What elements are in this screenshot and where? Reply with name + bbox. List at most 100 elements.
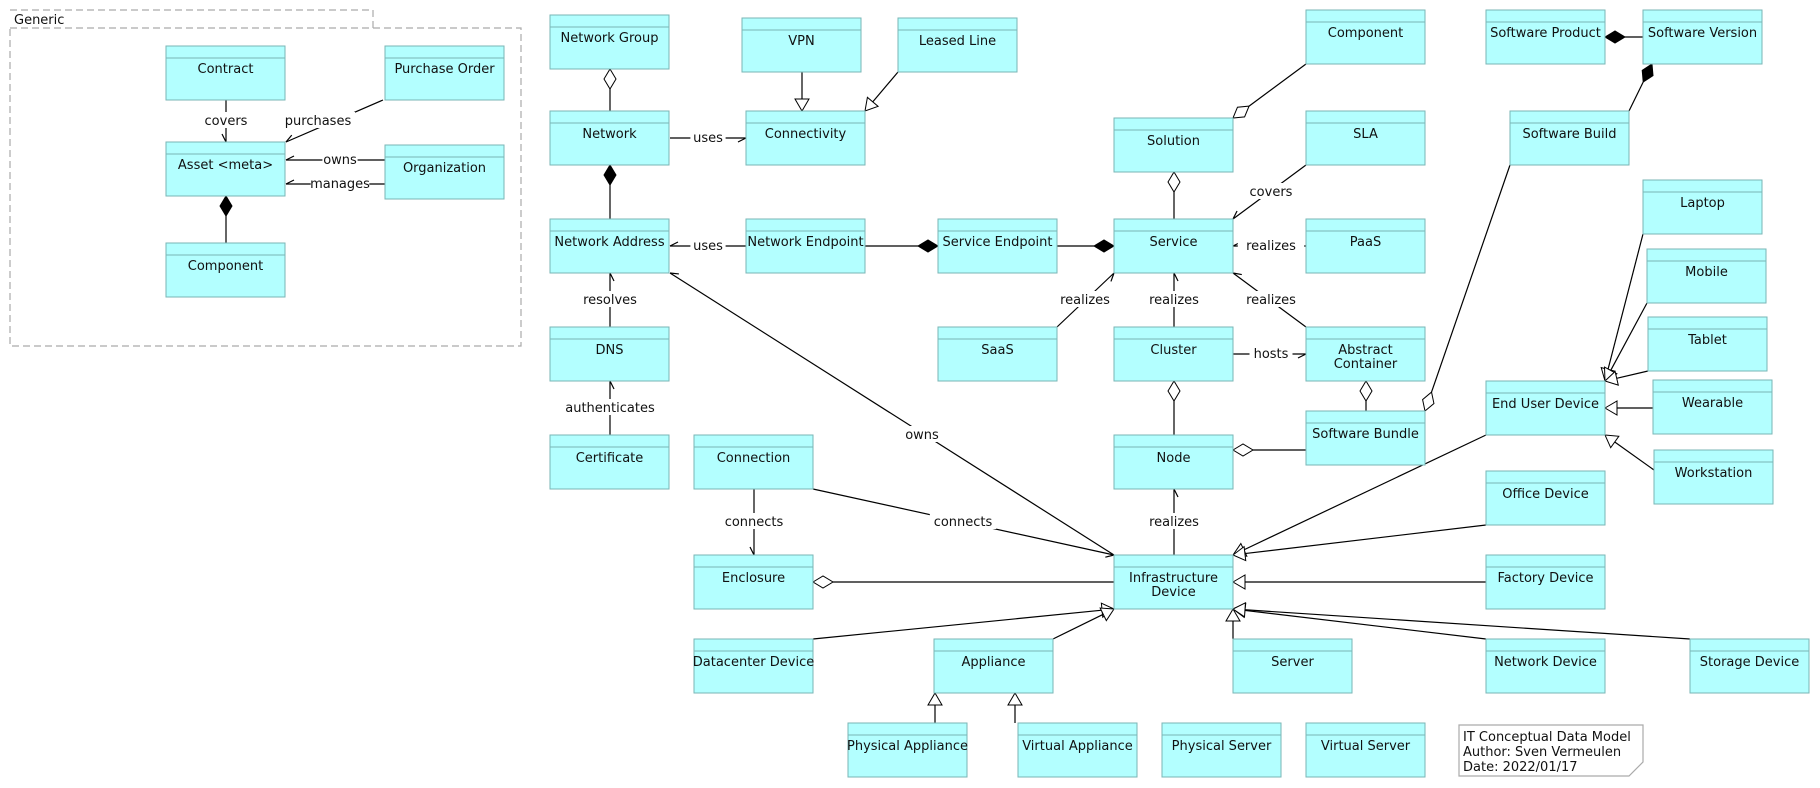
aggregation-diamond-icon bbox=[1167, 380, 1181, 402]
relation-generalization bbox=[1232, 601, 1691, 640]
class-laptop[interactable]: Laptop bbox=[1642, 179, 1763, 235]
relation-association: resolves bbox=[576, 272, 644, 327]
class-tablet[interactable]: Tablet bbox=[1647, 316, 1768, 372]
class-network-device[interactable]: Network Device bbox=[1485, 638, 1606, 694]
class-label: Infrastructure bbox=[1129, 571, 1218, 586]
relation-association: uses bbox=[670, 129, 747, 146]
relation-line bbox=[1244, 524, 1487, 555]
class-contract[interactable]: Contract bbox=[165, 45, 286, 101]
class-cluster[interactable]: Cluster bbox=[1113, 326, 1234, 382]
generalization-triangle-icon bbox=[1604, 434, 1620, 449]
aggregation-diamond-icon bbox=[1359, 380, 1373, 402]
class-label: Laptop bbox=[1680, 196, 1725, 211]
class-dns[interactable]: DNS bbox=[549, 326, 670, 382]
relation-association: realizes bbox=[1232, 272, 1307, 328]
class-abstract-container[interactable]: AbstractContainer bbox=[1305, 326, 1426, 382]
relation-association: realizes bbox=[1051, 272, 1119, 328]
composition-diamond-icon bbox=[1641, 63, 1654, 83]
relation-line bbox=[872, 71, 899, 103]
relation-association: realizes bbox=[1232, 237, 1306, 254]
aggregation-diamond-icon bbox=[603, 68, 617, 90]
relation-line bbox=[1244, 609, 1487, 640]
class-service[interactable]: Service bbox=[1113, 218, 1234, 274]
class-component[interactable]: Component bbox=[1305, 9, 1426, 65]
relation-label: realizes bbox=[1149, 515, 1199, 530]
relation-association: hosts bbox=[1233, 345, 1307, 362]
class-enclosure[interactable]: Enclosure bbox=[693, 554, 814, 610]
class-network[interactable]: Network bbox=[549, 110, 670, 166]
relation-aggregation bbox=[1167, 380, 1181, 435]
relation-aggregation bbox=[1167, 171, 1181, 219]
class-leased-line[interactable]: Leased Line bbox=[897, 17, 1018, 73]
class-office-device[interactable]: Office Device bbox=[1485, 470, 1606, 526]
relation-generalization bbox=[1225, 608, 1241, 639]
class-connection[interactable]: Connection bbox=[693, 434, 814, 490]
class-vpn[interactable]: VPN bbox=[741, 17, 862, 73]
class-appliance[interactable]: Appliance bbox=[933, 638, 1054, 694]
class-storage-device[interactable]: Storage Device bbox=[1689, 638, 1810, 694]
relation-composition bbox=[865, 239, 939, 253]
class-purchase-order[interactable]: Purchase Order bbox=[384, 45, 505, 101]
class-network-endpoint[interactable]: Network Endpoint bbox=[745, 218, 866, 274]
class-label: SaaS bbox=[981, 343, 1013, 358]
relation-association: manages bbox=[285, 175, 385, 192]
class-wearable[interactable]: Wearable bbox=[1652, 379, 1773, 435]
class-label: Mobile bbox=[1685, 265, 1728, 280]
note-line-2: Author: Sven Vermeulen bbox=[1463, 745, 1621, 760]
class-factory-device[interactable]: Factory Device bbox=[1485, 554, 1606, 610]
class-connectivity[interactable]: Connectivity bbox=[745, 110, 866, 166]
generalization-triangle-icon bbox=[794, 98, 810, 112]
relation-line bbox=[1248, 63, 1307, 107]
note-line-3: Date: 2022/01/17 bbox=[1463, 760, 1578, 775]
relation-line bbox=[1430, 164, 1511, 393]
class-software-product[interactable]: Software Product bbox=[1485, 9, 1606, 65]
relation-label: connects bbox=[934, 515, 993, 530]
class-label: Network Group bbox=[561, 31, 659, 46]
relation-generalization bbox=[1604, 400, 1653, 416]
class-label: Factory Device bbox=[1497, 571, 1593, 586]
relation-association: realizes bbox=[1140, 488, 1208, 555]
class-service-endpoint[interactable]: Service Endpoint bbox=[937, 218, 1058, 274]
class-paas[interactable]: PaaS bbox=[1305, 218, 1426, 274]
class-server[interactable]: Server bbox=[1232, 638, 1353, 694]
class-generic-component[interactable]: Component bbox=[165, 242, 286, 298]
class-solution[interactable]: Solution bbox=[1113, 117, 1234, 173]
class-certificate[interactable]: Certificate bbox=[549, 434, 670, 490]
class-end-user-device[interactable]: End User Device bbox=[1485, 380, 1606, 436]
class-virtual-appliance[interactable]: Virtual Appliance bbox=[1017, 722, 1138, 778]
class-organization[interactable]: Organization bbox=[384, 144, 505, 200]
class-label: Network bbox=[582, 127, 637, 142]
relation-label: realizes bbox=[1246, 239, 1296, 254]
composition-diamond-icon bbox=[219, 195, 233, 217]
relation-association: covers bbox=[1232, 164, 1307, 220]
generalization-triangle-icon bbox=[1232, 574, 1246, 590]
class-node[interactable]: Node bbox=[1113, 434, 1234, 490]
class-label: Cluster bbox=[1150, 343, 1197, 358]
class-label: Organization bbox=[403, 161, 486, 176]
class-network-group[interactable]: Network Group bbox=[549, 14, 670, 70]
class-physical-appliance[interactable]: Physical Appliance bbox=[847, 722, 968, 778]
package-tab bbox=[10, 9, 374, 28]
arrow-head-icon bbox=[1105, 554, 1115, 558]
aggregation-diamond-icon bbox=[1167, 171, 1181, 193]
class-software-version[interactable]: Software Version bbox=[1642, 9, 1763, 65]
class-physical-server[interactable]: Physical Server bbox=[1161, 722, 1282, 778]
class-infrastructure-device[interactable]: InfrastructureDevice bbox=[1113, 554, 1234, 610]
class-datacenter-device[interactable]: Datacenter Device bbox=[693, 638, 814, 694]
class-software-build[interactable]: Software Build bbox=[1509, 110, 1630, 166]
class-sla[interactable]: SLA bbox=[1305, 110, 1426, 166]
class-saas[interactable]: SaaS bbox=[937, 326, 1058, 382]
class-mobile[interactable]: Mobile bbox=[1646, 248, 1767, 304]
diagram-note: IT Conceptual Data Model Author: Sven Ve… bbox=[1458, 724, 1644, 777]
class-software-bundle[interactable]: Software Bundle bbox=[1305, 410, 1426, 466]
class-label: Component bbox=[1328, 26, 1403, 41]
composition-diamond-icon bbox=[1604, 30, 1626, 44]
class-network-address[interactable]: Network Address bbox=[549, 218, 670, 274]
class-virtual-server[interactable]: Virtual Server bbox=[1305, 722, 1426, 778]
class-workstation[interactable]: Workstation bbox=[1653, 449, 1774, 505]
class-label: Physical Appliance bbox=[847, 739, 968, 754]
class-label: Component bbox=[188, 259, 263, 274]
class-asset[interactable]: Asset <meta> bbox=[165, 141, 286, 197]
class-label: End User Device bbox=[1492, 397, 1599, 412]
note-line-1: IT Conceptual Data Model bbox=[1463, 730, 1631, 745]
